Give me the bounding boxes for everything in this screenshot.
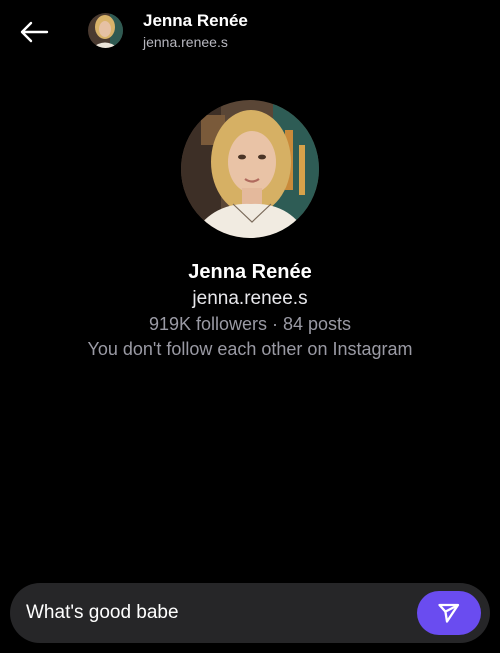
profile-username: jenna.renee.s (192, 288, 308, 309)
follow-status-note: You don't follow each other on Instagram (87, 339, 413, 359)
profile-stats: 919K followers · 84 posts (148, 314, 352, 334)
header-avatar[interactable] (88, 13, 123, 48)
chat-header: Jenna Renée jenna.renee.s (0, 0, 500, 64)
profile-display-name: Jenna Renée (188, 261, 312, 283)
profile-avatar[interactable] (181, 100, 319, 238)
arrow-left-icon (20, 21, 49, 43)
send-icon (438, 603, 460, 623)
message-input[interactable] (26, 583, 406, 643)
header-display-name[interactable]: Jenna Renée (143, 11, 248, 31)
message-composer (10, 583, 490, 643)
send-button[interactable] (417, 591, 481, 635)
header-username[interactable]: jenna.renee.s (143, 34, 228, 50)
back-button[interactable] (14, 14, 54, 50)
